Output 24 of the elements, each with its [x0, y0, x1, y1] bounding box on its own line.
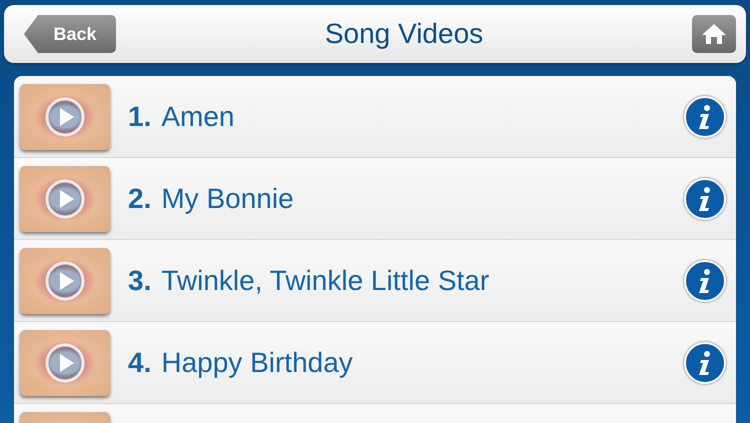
- back-button[interactable]: Back: [24, 15, 116, 53]
- info-button[interactable]: [684, 96, 726, 138]
- song-row[interactable]: 4. Happy Birthday: [14, 322, 736, 404]
- song-title: 2. My Bonnie: [128, 182, 295, 214]
- page-title: Song Videos: [324, 18, 484, 50]
- info-button[interactable]: [684, 342, 726, 384]
- info-button[interactable]: [684, 260, 726, 302]
- play-icon: [45, 178, 85, 218]
- info-button[interactable]: [684, 178, 726, 220]
- play-icon: [45, 260, 85, 300]
- song-row[interactable]: 1. Amen: [14, 76, 736, 158]
- song-title: 1. Amen: [128, 100, 236, 132]
- play-icon: [45, 96, 85, 136]
- song-title: 4. Happy Birthday: [128, 346, 354, 378]
- info-icon: [698, 350, 712, 376]
- song-title: 3. Twinkle, Twinkle Little Star: [128, 264, 490, 296]
- info-icon: [698, 268, 712, 294]
- song-row[interactable]: 3. Twinkle, Twinkle Little Star: [14, 240, 736, 322]
- play-icon: [45, 342, 85, 382]
- info-icon: [698, 186, 712, 212]
- home-icon: [701, 22, 727, 46]
- info-icon: [698, 104, 712, 130]
- home-button[interactable]: [692, 15, 736, 53]
- song-row[interactable]: 2. My Bonnie: [14, 158, 736, 240]
